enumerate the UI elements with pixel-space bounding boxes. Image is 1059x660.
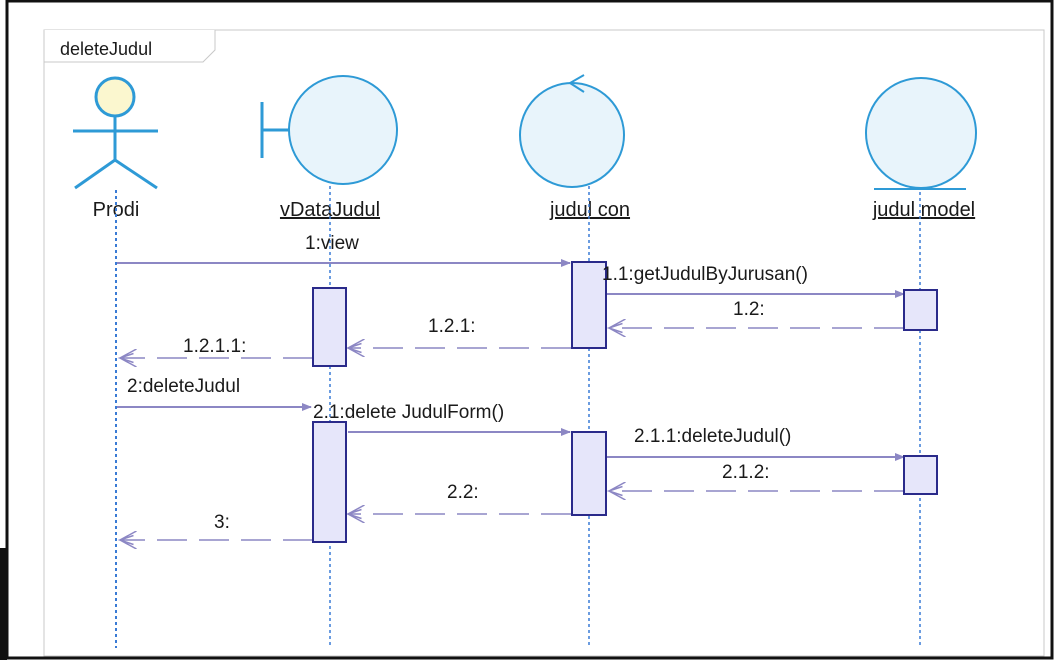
message-label-1-2-1-1: 1.2.1.1: bbox=[183, 336, 246, 357]
lifeline-label-judulmodel: judul model bbox=[872, 199, 975, 221]
activation-bar bbox=[312, 287, 347, 367]
message-label-2-1: 2.1:delete JudulForm() bbox=[313, 402, 504, 423]
entity-icon bbox=[865, 77, 977, 190]
activation-bar bbox=[903, 455, 938, 495]
frame-title: deleteJudul bbox=[60, 39, 152, 59]
activation-bar bbox=[903, 289, 938, 331]
image-edge-strip bbox=[0, 548, 7, 660]
activation-bar bbox=[312, 421, 347, 543]
message-label-1-1: 1.1:getJudulByJurusan() bbox=[602, 264, 808, 285]
message-label-2: 2:deleteJudul bbox=[127, 376, 240, 397]
message-label-3: 3: bbox=[214, 512, 230, 533]
message-label-1: 1:view bbox=[305, 233, 359, 254]
activation-bar bbox=[571, 431, 607, 516]
message-label-2-1-2: 2.1.2: bbox=[722, 462, 770, 483]
activation-bar bbox=[571, 261, 607, 349]
sequence-diagram: deleteJudul Prodi vDataJudul judul con j… bbox=[0, 0, 1054, 660]
message-label-1-2: 1.2: bbox=[733, 299, 765, 320]
message-label-1-2-1: 1.2.1: bbox=[428, 316, 476, 337]
message-label-2-1-1: 2.1.1:deleteJudul() bbox=[634, 426, 791, 447]
message-label-2-2: 2.2: bbox=[447, 482, 479, 503]
